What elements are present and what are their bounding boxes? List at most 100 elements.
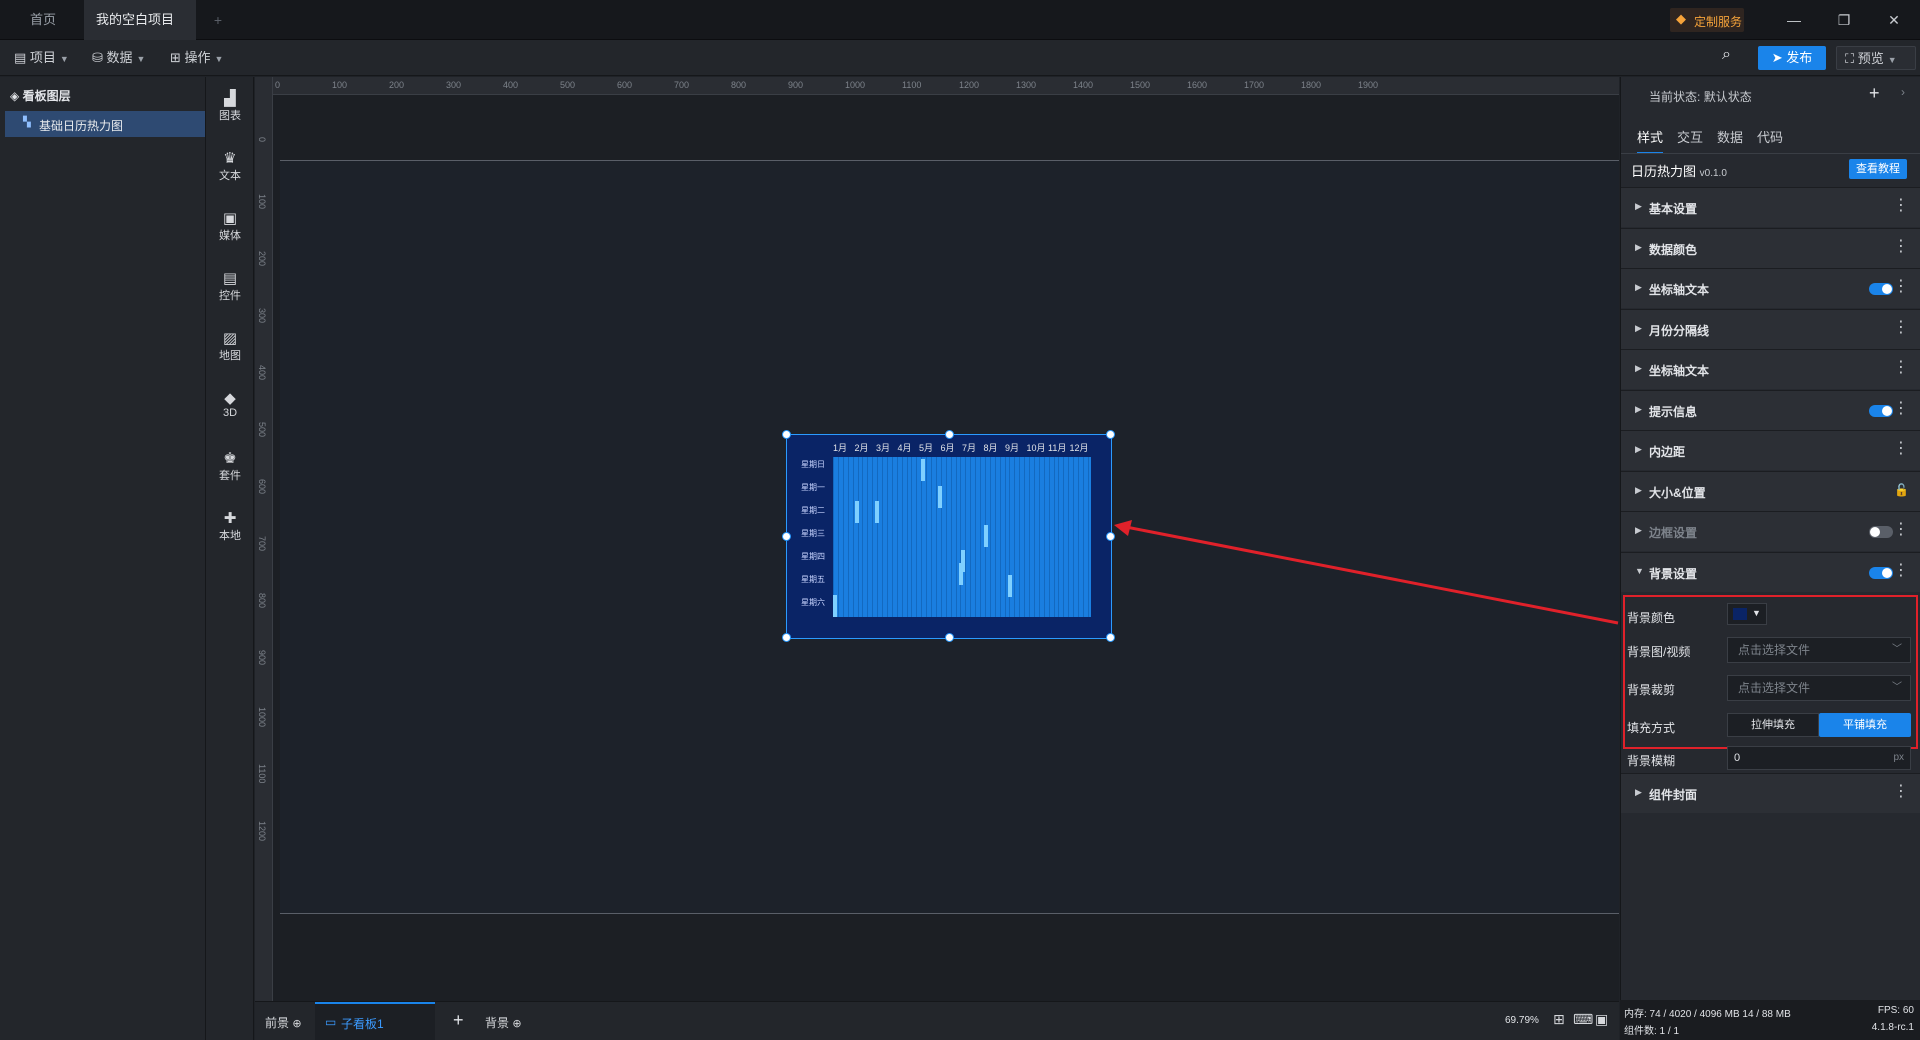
menu-operation[interactable]: ⊞ 操作 ▼ [162, 46, 231, 70]
add-tab-icon[interactable]: + [206, 8, 230, 32]
add-board-icon[interactable]: + [453, 1010, 464, 1031]
fill-stretch-option[interactable]: 拉伸填充 [1727, 713, 1819, 737]
heatmap-cell[interactable] [855, 501, 859, 523]
more-icon[interactable]: ⋮ [1893, 319, 1909, 336]
tab-subboard[interactable]: ▭ 子看板1 [315, 1002, 435, 1040]
bg-blur-input[interactable]: 0 px [1727, 746, 1911, 770]
heatmap-cell[interactable] [875, 501, 879, 523]
more-icon[interactable]: ⋮ [1893, 562, 1909, 579]
bg-crop-select[interactable]: 点击选择文件 ﹀ [1727, 675, 1911, 701]
tab-project[interactable]: 我的空白项目 [84, 0, 196, 65]
ruler-tick-label: 800 [257, 593, 267, 609]
more-icon[interactable]: ⋮ [1893, 360, 1909, 376]
heatmap-cell[interactable] [938, 486, 942, 508]
section-toggle[interactable] [1869, 404, 1893, 417]
layer-item[interactable]: ▚ 基础日历热力图 [5, 111, 205, 137]
chevron-right-icon[interactable]: › [1901, 85, 1905, 99]
tab-foreground[interactable]: 前景 ⊕ [265, 1014, 302, 1031]
section-toggle[interactable] [1869, 526, 1893, 538]
resize-handle-t[interactable] [945, 430, 954, 439]
resize-handle-tr[interactable] [1106, 430, 1115, 439]
lock-icon[interactable]: 🔓 [1894, 482, 1909, 498]
tab-background[interactable]: 背景 ⊕ [485, 1014, 522, 1031]
text-icon: ♛ [223, 150, 237, 167]
preview-button[interactable]: ⛶ 预览 ▼ [1836, 46, 1916, 70]
heatmap-cell[interactable] [921, 459, 925, 481]
more-icon[interactable]: ⋮ [1893, 522, 1909, 538]
publish-button[interactable]: ➤ 发布 [1758, 46, 1826, 70]
heatmap-cell[interactable] [833, 595, 837, 617]
tool-map[interactable]: ▨ 地图 [206, 329, 254, 363]
bg-image-select[interactable]: 点击选择文件 ﹀ [1727, 637, 1911, 663]
resize-handle-br[interactable] [1106, 633, 1115, 642]
section-item[interactable]: ▶ 坐标轴文本 ⋮ [1621, 349, 1920, 389]
more-icon[interactable]: ⋮ [1893, 784, 1909, 800]
section-item[interactable]: ▶ 大小&位置 🔓 [1621, 470, 1920, 511]
search-icon[interactable]: ⌕ [1722, 46, 1731, 64]
heatmap-grid[interactable] [833, 457, 1091, 617]
terminal-icon[interactable]: ▣ [1595, 1011, 1608, 1028]
more-icon[interactable]: ⋮ [1893, 441, 1909, 457]
tool-chart[interactable]: ▟ 图表 [206, 89, 254, 123]
section-item[interactable]: ▶ 坐标轴文本 ⋮ [1621, 268, 1920, 308]
menu-data[interactable]: ⛁ 数据 ▼ [84, 46, 153, 70]
keyboard-icon[interactable]: ⌨ [1573, 1011, 1593, 1028]
month-label: 7月 [962, 443, 977, 453]
section-cover[interactable]: ▶ 组件封面 ⋮ [1621, 773, 1920, 813]
section-item[interactable]: ▼ 背景设置 ⋮ [1621, 551, 1920, 592]
tool-kit[interactable]: ♚ 套件 [206, 449, 254, 483]
tool-local[interactable]: ✚ 本地 [206, 509, 254, 543]
more-icon[interactable]: ⋮ [1893, 279, 1909, 295]
calendar-heatmap-widget[interactable]: 1月 2月 3月 4月 5月 6月 7月 8月 9月 10月 11月 12月 星期日 星期一 星期二 星期三… [782, 430, 1115, 642]
heatmap-column-line [906, 457, 908, 617]
section-item[interactable]: ▶ 边框设置 ⋮ [1621, 511, 1920, 551]
restore-icon[interactable]: ❐ [1832, 8, 1856, 32]
menu-project[interactable]: ▤ 项目 ▼ [6, 46, 77, 70]
resize-handle-b[interactable] [945, 633, 954, 642]
fill-tile-option[interactable]: 平铺填充 [1819, 713, 1911, 737]
component-name: 日历热力图 v0.1.0 [1631, 161, 1727, 180]
heatmap-cell[interactable] [961, 550, 965, 572]
more-icon[interactable]: ⋮ [1893, 198, 1909, 214]
tool-text[interactable]: ♛ 文本 [206, 149, 254, 183]
section-item[interactable]: ▶ 提示信息 ⋮ [1621, 389, 1920, 430]
section-label: 基本设置 [1649, 202, 1698, 216]
section-item[interactable]: ▶ 月份分隔线 ⋮ [1621, 308, 1920, 349]
resize-handle-bl[interactable] [782, 633, 791, 642]
fit-screen-icon[interactable]: ⊞ [1553, 1011, 1565, 1028]
resize-handle-l[interactable] [782, 532, 791, 541]
tool-media[interactable]: ▣ 媒体 [206, 209, 254, 243]
section-item[interactable]: ▶ 内边距 ⋮ [1621, 430, 1920, 470]
tab-code[interactable]: 代码 [1757, 127, 1783, 146]
heatmap-column-line [955, 457, 957, 617]
more-icon[interactable]: ⋮ [1893, 400, 1909, 417]
tab-style[interactable]: 样式 [1637, 127, 1664, 154]
section-toggle[interactable] [1869, 283, 1893, 295]
custom-service-button[interactable]: ◆ 定制服务 [1670, 8, 1744, 32]
zoom-level[interactable]: 69.79% [1505, 1015, 1539, 1026]
ruler-tick-label: 600 [617, 80, 633, 90]
tool-chart-label: 图表 [219, 110, 241, 122]
section-item[interactable]: ▶ 基本设置 ⋮ [1621, 187, 1920, 227]
add-state-icon[interactable]: + [1869, 83, 1880, 104]
current-state[interactable]: 当前状态: 默认状态 [1649, 88, 1752, 105]
section-toggle[interactable] [1869, 566, 1893, 579]
tool-3d[interactable]: ◆ 3D [206, 389, 254, 419]
caret-right-icon: ▶ [1635, 444, 1642, 454]
heatmap-cell[interactable] [984, 525, 988, 547]
minimize-icon[interactable]: — [1782, 8, 1806, 32]
tab-home[interactable]: 首页 [18, 0, 68, 40]
heatmap-cell[interactable] [1008, 575, 1012, 597]
ruler-tick-label: 1100 [902, 80, 922, 90]
close-icon[interactable]: ✕ [1882, 8, 1906, 32]
section-label: 边框设置 [1649, 526, 1698, 540]
section-item[interactable]: ▶ 数据颜色 ⋮ [1621, 227, 1920, 268]
bg-color-picker[interactable]: ▼ [1727, 603, 1767, 625]
tool-control[interactable]: ▤ 控件 [206, 269, 254, 303]
tab-data[interactable]: 数据 [1717, 127, 1743, 146]
tutorial-button[interactable]: 查看教程 [1849, 159, 1907, 179]
tab-interaction[interactable]: 交互 [1677, 127, 1703, 146]
ruler-tick-label: 0 [275, 80, 281, 90]
more-icon[interactable]: ⋮ [1893, 238, 1909, 255]
resize-handle-tl[interactable] [782, 430, 791, 439]
